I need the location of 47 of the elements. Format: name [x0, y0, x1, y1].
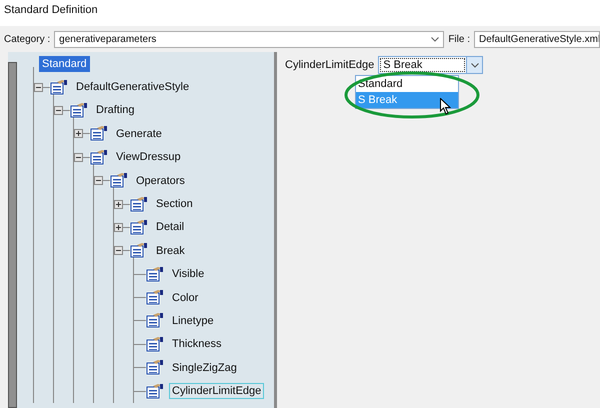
parameter-icon [110, 173, 127, 188]
tree-item[interactable]: Generate [113, 126, 165, 142]
parameter-icon [146, 290, 163, 306]
collapse-toggle[interactable] [114, 246, 123, 256]
selected-value: S Break [380, 58, 466, 72]
tree-item[interactable]: Linetype [169, 312, 217, 329]
tree-item[interactable]: Detail [153, 219, 188, 236]
parameter-icon [70, 102, 87, 118]
tree-item[interactable]: Visible [169, 266, 208, 282]
parameter-icon [146, 336, 163, 352]
parameter-dropdown[interactable]: S Break [378, 56, 484, 74]
tree-item[interactable]: Section [153, 196, 196, 212]
chevron-icon [431, 36, 440, 42]
parameter-icon [130, 243, 147, 258]
expand-toggle[interactable] [114, 200, 123, 209]
tree-item[interactable]: ViewDressup [113, 149, 184, 166]
collapse-toggle[interactable] [94, 176, 103, 186]
collapse-toggle[interactable] [74, 152, 83, 162]
parameter-icon [130, 220, 147, 235]
parameter-icon [90, 150, 107, 165]
tree-item[interactable]: Drafting [93, 102, 138, 118]
tree-item[interactable]: DefaultGenerativeStyle [73, 79, 192, 96]
tree-item[interactable]: Operators [133, 172, 188, 189]
parameter-icon [50, 80, 67, 95]
tree-item[interactable]: Color [169, 290, 202, 306]
parameter-label: CylinderLimitEdge [285, 59, 374, 71]
collapse-toggle[interactable] [34, 82, 43, 92]
expand-toggle[interactable] [74, 129, 83, 138]
parameter-icon [146, 360, 163, 376]
tree-item[interactable]: Thickness [169, 336, 225, 352]
tree-item[interactable]: Standard [39, 56, 90, 72]
parameter-icon [146, 384, 163, 399]
parameter-icon [130, 196, 147, 212]
file-label: File : [448, 34, 470, 44]
collapse-toggle[interactable] [54, 106, 63, 115]
window-title: Standard Definition [3, 3, 99, 18]
tree-item[interactable]: Break [153, 242, 188, 259]
parameter-icon [146, 313, 163, 328]
chevron-icon [470, 62, 479, 68]
parameter-icon [146, 266, 163, 282]
tree-item[interactable]: SingleZigZag [169, 360, 240, 376]
parameter-icon [90, 126, 107, 142]
tree-item[interactable]: CylinderLimitEdge [169, 383, 264, 400]
scrollbar[interactable] [8, 62, 17, 408]
category-label: Category : [4, 34, 50, 44]
expand-toggle[interactable] [114, 222, 123, 232]
category-dropdown[interactable]: generativeparameters [54, 30, 444, 48]
